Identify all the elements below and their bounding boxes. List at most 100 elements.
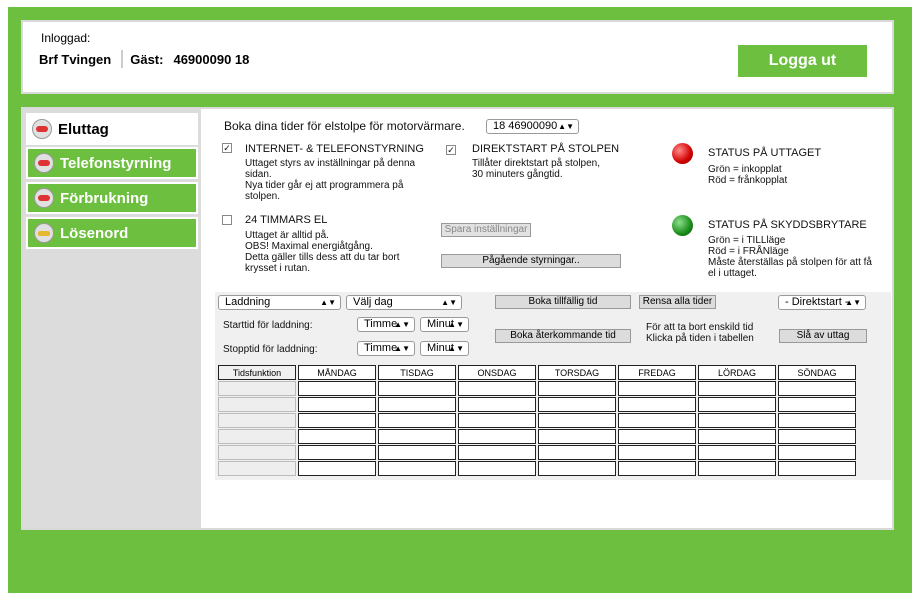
direct-start-checkbox[interactable]: ✓ xyxy=(446,145,456,155)
car-icon xyxy=(32,119,52,139)
clear-all-button[interactable]: Rensa alla tider xyxy=(639,295,716,309)
col-header-sunday: SÖNDAG xyxy=(778,365,856,380)
table-row xyxy=(218,461,856,476)
always-on-checkbox[interactable] xyxy=(222,215,232,225)
schedule-cell[interactable] xyxy=(538,429,616,444)
internet-line2: sidan. xyxy=(245,169,272,180)
start-hour-select[interactable]: Timme ▲▼ xyxy=(357,317,415,332)
schedule-cell[interactable] xyxy=(698,413,776,428)
breaker-status-line2: Röd = i FRÅNläge xyxy=(708,246,789,257)
schedule-cell[interactable] xyxy=(458,413,536,428)
schedule-cell[interactable] xyxy=(378,397,456,412)
updown-icon: ▲▼ xyxy=(448,320,464,329)
col-header-thursday: TORSDAG xyxy=(538,365,616,380)
schedule-cell[interactable] xyxy=(778,413,856,428)
stop-minute-select[interactable]: Minut ▲▼ xyxy=(420,341,469,356)
schedule-body xyxy=(218,381,856,476)
schedule-cell[interactable] xyxy=(618,429,696,444)
day-select-value: Välj dag xyxy=(353,296,393,308)
schedule-cell[interactable] xyxy=(378,445,456,460)
schedule-cell[interactable] xyxy=(618,413,696,428)
schedule-cell[interactable] xyxy=(458,461,536,476)
stop-hour-select[interactable]: Timme ▲▼ xyxy=(357,341,415,356)
schedule-cell[interactable] xyxy=(778,397,856,412)
updown-icon: ▲▼ xyxy=(441,298,457,307)
schedule-cell[interactable] xyxy=(298,413,376,428)
schedule-cell[interactable] xyxy=(458,429,536,444)
sidebar-item-telefonstyrning[interactable]: Telefonstyrning xyxy=(26,147,198,179)
post-select[interactable]: 18 46900090 ▲▼ xyxy=(486,119,579,134)
guest-number: 46900090 18 xyxy=(173,51,250,67)
schedule-cell[interactable] xyxy=(778,461,856,476)
col-header-function: Tidsfunktion xyxy=(218,365,296,380)
direct-start-title: DIREKTSTART PÅ STOLPEN xyxy=(472,143,620,155)
divider xyxy=(121,50,124,68)
schedule-cell[interactable] xyxy=(538,445,616,460)
schedule-cell[interactable] xyxy=(618,381,696,396)
schedule-cell[interactable] xyxy=(378,381,456,396)
function-cell xyxy=(218,397,296,412)
schedule-cell[interactable] xyxy=(298,429,376,444)
schedule-cell[interactable] xyxy=(538,461,616,476)
schedule-cell[interactable] xyxy=(778,445,856,460)
schedule-cell[interactable] xyxy=(298,461,376,476)
sidebar-item-label: Lösenord xyxy=(60,224,129,242)
schedule-cell[interactable] xyxy=(538,397,616,412)
sidebar-item-eluttag[interactable]: Eluttag xyxy=(26,113,198,145)
remove-hint-line1: För att ta bort enskild tid xyxy=(646,322,754,333)
internet-checkbox[interactable]: ✓ xyxy=(222,143,232,153)
start-hour-value: Timme xyxy=(364,318,398,330)
start-minute-select[interactable]: Minut ▲▼ xyxy=(420,317,469,332)
schedule-cell[interactable] xyxy=(458,381,536,396)
schedule-cell[interactable] xyxy=(298,397,376,412)
stop-time-label: Stopptid för laddning: xyxy=(223,344,318,355)
schedule-cell[interactable] xyxy=(778,429,856,444)
table-row xyxy=(218,445,856,460)
book-temp-button[interactable]: Boka tillfällig tid xyxy=(495,295,631,309)
schedule-cell[interactable] xyxy=(618,445,696,460)
schedule-cell[interactable] xyxy=(378,429,456,444)
table-row xyxy=(218,413,856,428)
schedule-cell[interactable] xyxy=(698,461,776,476)
schedule-cell[interactable] xyxy=(458,445,536,460)
ongoing-controls-button[interactable]: Pågående styrningar.. xyxy=(441,254,621,268)
schedule-header-row: Tidsfunktion MÅNDAG TISDAG ONSDAG TORSDA… xyxy=(218,365,856,380)
booking-title: Boka dina tider för elstolpe för motorvä… xyxy=(224,119,465,133)
function-cell xyxy=(218,461,296,476)
turn-off-outlet-button[interactable]: Slå av uttag xyxy=(779,329,867,343)
schedule-cell[interactable] xyxy=(698,429,776,444)
schedule-cell[interactable] xyxy=(778,381,856,396)
day-select[interactable]: Välj dag ▲▼ xyxy=(346,295,462,310)
schedule-cell[interactable] xyxy=(618,461,696,476)
schedule-cell[interactable] xyxy=(538,413,616,428)
always-on-line4: krysset i rutan. xyxy=(245,263,311,274)
outlet-status-led xyxy=(672,143,693,164)
book-recurring-button[interactable]: Boka återkommande tid xyxy=(495,329,631,343)
logout-button[interactable]: Logga ut xyxy=(738,45,867,77)
sidebar-item-losenord[interactable]: Lösenord xyxy=(26,217,198,249)
function-select[interactable]: Laddning ▲▼ xyxy=(218,295,341,310)
schedule-cell[interactable] xyxy=(298,381,376,396)
updown-icon: ▲▼ xyxy=(448,344,464,353)
schedule-cell[interactable] xyxy=(698,397,776,412)
schedule-cell[interactable] xyxy=(298,445,376,460)
save-settings-button[interactable]: Spara inställningar xyxy=(441,223,531,237)
schedule-cell[interactable] xyxy=(378,461,456,476)
schedule-cell[interactable] xyxy=(458,397,536,412)
updown-icon: ▲▼ xyxy=(845,298,861,307)
function-cell xyxy=(218,413,296,428)
schedule-cell[interactable] xyxy=(618,397,696,412)
col-header-tuesday: TISDAG xyxy=(378,365,456,380)
table-row xyxy=(218,397,856,412)
outlet-status-line1: Grön = inkopplat xyxy=(708,164,782,175)
schedule-cell[interactable] xyxy=(538,381,616,396)
function-cell xyxy=(218,381,296,396)
page-frame: Inloggad: Brf Tvingen Gäst: 46900090 18 … xyxy=(8,7,912,593)
schedule-cell[interactable] xyxy=(378,413,456,428)
schedule-cell[interactable] xyxy=(698,381,776,396)
sidebar-item-forbrukning[interactable]: Förbrukning xyxy=(26,182,198,214)
direct-start-select[interactable]: - Direktstart - ▲▼ xyxy=(778,295,866,310)
updown-icon: ▲▼ xyxy=(394,344,410,353)
schedule-cell[interactable] xyxy=(698,445,776,460)
content-area: Boka dina tider för elstolpe för motorvä… xyxy=(201,109,892,528)
